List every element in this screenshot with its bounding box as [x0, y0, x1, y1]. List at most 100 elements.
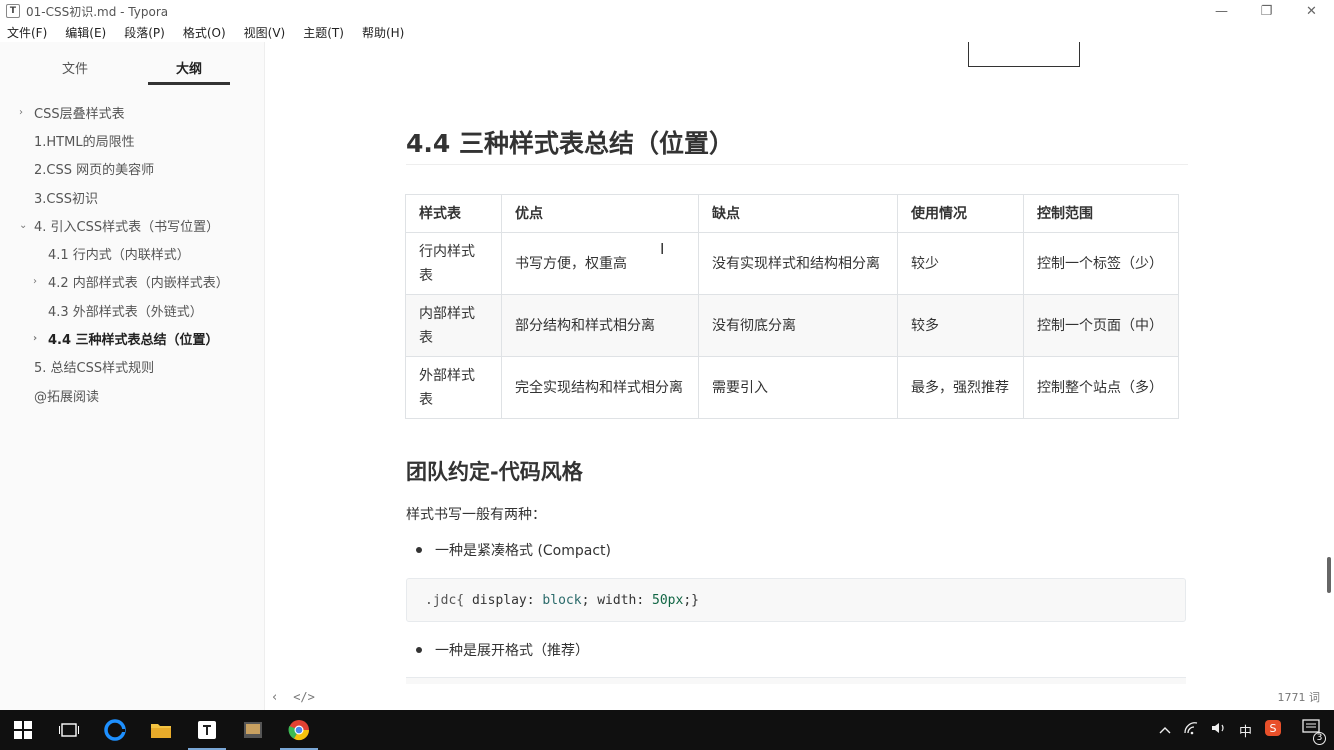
tab-files[interactable]: 文件 [62, 58, 88, 77]
typora-icon [198, 721, 216, 739]
chevron-right-icon[interactable]: › [19, 107, 23, 118]
list-item-text: 一种是展开格式（推荐） [435, 643, 589, 659]
windows-logo-icon [14, 721, 32, 739]
table-cell: 外部样式表 [405, 356, 502, 419]
outline-item-label: 4.4 三种样式表总结（位置） [48, 333, 219, 349]
tab-outline[interactable]: 大纲 [176, 58, 202, 77]
table-header: 控制范围 [1023, 194, 1179, 233]
outline-item-label: 4.2 内部样式表（内嵌样式表） [48, 276, 229, 292]
table-cell: 行内样式表 [405, 232, 502, 295]
outline-item[interactable]: 4.1 行内式（内联样式） [0, 239, 265, 267]
status-bar: ‹ </> 1771 词 [266, 684, 1334, 710]
editor-pane[interactable]: 4.4 三种样式表总结（位置） 样式表 优点 缺点 使用情况 控制范围 行内样式… [266, 42, 1324, 684]
scrollbar-thumb[interactable] [1327, 557, 1331, 593]
menu-bar: 文件(F) 编辑(E) 段落(P) 格式(O) 视图(V) 主题(T) 帮助(H… [0, 22, 1334, 42]
chevron-right-icon[interactable]: › [33, 333, 37, 344]
close-button[interactable]: ✕ [1289, 0, 1334, 22]
outline-item[interactable]: 3.CSS初识 [0, 183, 265, 211]
ime-indicator[interactable]: 中 [1239, 721, 1252, 740]
menu-theme[interactable]: 主题(T) [300, 24, 347, 41]
task-view-button[interactable] [46, 710, 92, 750]
taskbar: 中 S 3 [0, 710, 1334, 750]
chevron-down-icon[interactable]: ⌄ [19, 220, 27, 231]
outline-item[interactable]: 1.HTML的局限性 [0, 126, 265, 154]
menu-view[interactable]: 视图(V) [241, 24, 289, 41]
table-cell: 没有彻底分离 [698, 294, 898, 357]
notification-center-icon[interactable]: 3 [1302, 719, 1326, 745]
outline-item[interactable]: ⌄ 4. 引入CSS样式表（书写位置） [0, 211, 265, 239]
table-cell: 控制整个站点（多） [1023, 356, 1179, 419]
outline-item-label: 1.HTML的局限性 [34, 134, 135, 150]
table-header-row: 样式表 优点 缺点 使用情况 控制范围 [405, 194, 1179, 233]
outline-item-label: 4.3 外部样式表（外链式） [48, 304, 203, 320]
table-header: 使用情况 [897, 194, 1024, 233]
minimize-button[interactable]: — [1199, 0, 1244, 22]
title-bar: T 01-CSS初识.md - Typora — ❐ ✕ [0, 0, 1334, 22]
restore-button[interactable]: ❐ [1244, 0, 1289, 22]
chrome-button[interactable] [276, 710, 322, 750]
start-button[interactable] [0, 710, 46, 750]
table-row: 行内样式表 书写方便，权重高 没有实现样式和结构相分离 较少 控制一个标签（少） [405, 232, 1179, 295]
table-cell: 最多，强烈推荐 [897, 356, 1024, 419]
outline-list: › CSS层叠样式表 1.HTML的局限性 2.CSS 网页的美容师 3.CSS初识 ⌄ 4… [0, 98, 265, 409]
table-cell: 控制一个标签（少） [1023, 232, 1179, 295]
outline-item[interactable]: 5. 总结CSS样式规则 [0, 353, 265, 381]
scrollbar[interactable] [1324, 42, 1334, 710]
sogou-ime-icon[interactable]: S [1264, 719, 1282, 741]
word-count[interactable]: 1771 词 [1278, 689, 1321, 705]
code-number: 50px [652, 592, 684, 608]
svg-text:S: S [1270, 722, 1277, 735]
outline-item-label: 2.CSS 网页的美容师 [34, 163, 155, 179]
table-header: 优点 [501, 194, 699, 233]
table-cell: 书写方便，权重高 [501, 232, 699, 295]
menu-format[interactable]: 格式(O) [180, 24, 229, 41]
edge-browser-button[interactable] [92, 710, 138, 750]
source-code-mode-button[interactable]: </> [293, 690, 315, 704]
heading-rule [406, 164, 1188, 165]
edge-icon [104, 719, 126, 741]
outline-item-label: 4.1 行内式（内联样式） [48, 248, 190, 264]
list-item: 一种是紧凑格式 (Compact) [416, 540, 611, 560]
sidebar-tabs: 文件 大纲 [0, 42, 264, 86]
menu-edit[interactable]: 编辑(E) [62, 24, 109, 41]
outline-item[interactable]: @拓展阅读 [0, 381, 265, 409]
wifi-icon[interactable] [1183, 721, 1199, 739]
volume-icon[interactable] [1211, 721, 1227, 739]
code-value: block [542, 592, 582, 608]
table-cell: 部分结构和样式相分离 [501, 294, 699, 357]
menu-help[interactable]: 帮助(H) [359, 24, 407, 41]
table-cell: 完全实现结构和样式相分离 [501, 356, 699, 419]
outline-item-label: 4. 引入CSS样式表（书写位置） [34, 219, 220, 235]
menu-paragraph[interactable]: 段落(P) [121, 24, 168, 41]
chrome-icon [288, 720, 310, 741]
outline-item[interactable]: 2.CSS 网页的美容师 [0, 155, 265, 183]
summary-table: 样式表 优点 缺点 使用情况 控制范围 行内样式表 书写方便，权重高 没有实现样… [405, 194, 1179, 419]
outline-item[interactable]: 4.3 外部样式表（外链式） [0, 296, 265, 324]
code-selector: .jdc{ [425, 592, 465, 608]
list-item: 一种是展开格式（推荐） [416, 640, 589, 660]
section-heading: 4.4 三种样式表总结（位置） [406, 129, 734, 158]
file-explorer-button[interactable] [138, 710, 184, 750]
table-row: 外部样式表 完全实现结构和样式相分离 需要引入 最多，强烈推荐 控制整个站点（多… [405, 356, 1179, 419]
window-controls: — ❐ ✕ [1199, 0, 1334, 22]
outline-item-label: 5. 总结CSS样式规则 [34, 361, 155, 377]
paragraph: 样式书写一般有两种： [406, 507, 546, 523]
outline-item[interactable]: › CSS层叠样式表 [0, 98, 265, 126]
list-item-text: 一种是紧凑格式 (Compact) [435, 543, 612, 559]
code-block[interactable]: .jdc{ display: block; width: 50px;} [406, 578, 1186, 622]
bullet-icon [416, 647, 422, 653]
outline-item[interactable]: › 4.4 三种样式表总结（位置） [0, 324, 265, 352]
chevron-right-icon[interactable]: › [33, 276, 37, 287]
sidebar: 文件 大纲 › CSS层叠样式表 1.HTML的局限性 2.CSS 网页的美容师 3.C… [0, 42, 265, 710]
table-row: 内部样式表 部分结构和样式相分离 没有彻底分离 较多 控制一个页面（中） [405, 294, 1179, 357]
media-app-button[interactable] [230, 710, 276, 750]
notification-count-badge: 3 [1313, 732, 1326, 745]
toggle-sidebar-button[interactable]: ‹ [272, 690, 277, 705]
chevron-up-icon[interactable] [1159, 723, 1171, 738]
outline-item[interactable]: › 4.2 内部样式表（内嵌样式表） [0, 268, 265, 296]
system-tray: 中 S 3 [1153, 710, 1334, 750]
table-cell: 较少 [897, 232, 1024, 295]
typora-taskbar-button[interactable] [184, 710, 230, 750]
table-header: 样式表 [405, 194, 502, 233]
menu-file[interactable]: 文件(F) [4, 24, 50, 41]
